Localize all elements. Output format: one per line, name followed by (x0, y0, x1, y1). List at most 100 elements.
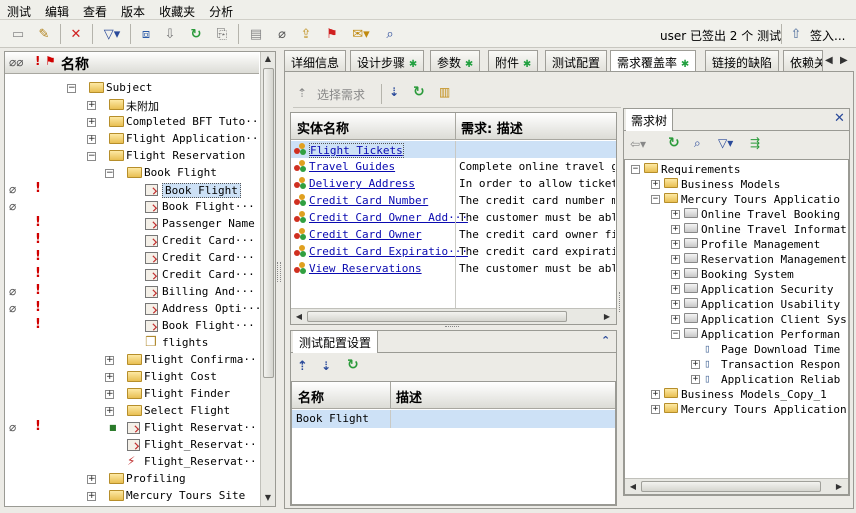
checkin-button[interactable]: 签入... (810, 27, 845, 44)
tab-7[interactable]: 依赖关 (783, 50, 823, 71)
menu-favorites[interactable]: 收藏夹 (152, 0, 202, 20)
collapse-panel-icon[interactable]: ⌃ (601, 334, 610, 347)
export-icon[interactable]: ⇪ (296, 24, 316, 44)
new-folder-icon[interactable]: ▭ (8, 24, 28, 44)
expand-toggle-icon[interactable]: − (67, 84, 76, 93)
expand-toggle-icon[interactable]: + (105, 390, 114, 399)
tree-item[interactable]: + Completed BFT Tuto··· (5, 114, 259, 131)
select-requirements-button[interactable]: 选择需求 (317, 86, 365, 103)
tab-0[interactable]: 详细信息 (284, 50, 347, 71)
expand-toggle-icon[interactable]: − (671, 330, 680, 339)
tree-item[interactable]: + Flight Application··· (5, 131, 259, 148)
config-refresh-icon[interactable]: ↻ (347, 357, 359, 373)
config-add-icon[interactable]: ⇡ (297, 359, 308, 374)
tree-item[interactable]: + Flight Finder (5, 386, 259, 403)
close-panel-icon[interactable]: ✕ (834, 111, 845, 126)
new-test-icon[interactable]: ✎ (34, 24, 54, 44)
tab-5[interactable]: 需求覆盖率 ✱ (610, 50, 697, 72)
checkin-icon[interactable]: ⇧ (786, 24, 806, 44)
refresh-icon[interactable]: ↻ (186, 24, 206, 44)
menu-view[interactable]: 查看 (76, 0, 114, 20)
expand-toggle-icon[interactable]: + (105, 373, 114, 382)
expand-toggle-icon[interactable]: + (671, 300, 680, 309)
entity-name-link[interactable]: Credit Card Owner (309, 228, 422, 241)
tree-item[interactable]: ! Credit Card··· (5, 232, 259, 250)
goto-icon[interactable]: ⇶ (750, 136, 760, 150)
coverage-row[interactable]: Credit Card Expiratio··· The credit card … (291, 243, 616, 260)
tab-3[interactable]: 附件 ✱ (488, 50, 539, 71)
tab-4[interactable]: 测试配置 (545, 50, 608, 71)
coverage-row[interactable]: Delivery Address In order to allow ticket (291, 175, 616, 192)
tab-scroll-right-icon[interactable]: ▶ (840, 55, 848, 66)
menu-test[interactable]: 测试 (0, 0, 38, 20)
flag-icon[interactable]: ⚑ (322, 24, 342, 44)
tree-scroll-thumb[interactable] (263, 68, 274, 378)
entity-name-link[interactable]: Travel Guides (309, 160, 395, 173)
tree-item[interactable]: + Select Flight (5, 403, 259, 420)
requirements-tree-tab[interactable]: 需求树 (626, 109, 674, 131)
back-icon[interactable]: ⇦▾ (630, 137, 646, 151)
reqtree-hscrollbar[interactable]: ◀ ▶ (625, 478, 848, 494)
expand-toggle-icon[interactable]: + (651, 405, 660, 414)
menu-analysis[interactable]: 分析 (202, 0, 240, 20)
menu-version[interactable]: 版本 (114, 0, 152, 20)
tree-item[interactable]: ⌀ Book Flight··· (5, 199, 259, 216)
expand-toggle-icon[interactable]: + (671, 240, 680, 249)
expand-toggle-icon[interactable]: + (651, 180, 660, 189)
entity-name-header[interactable]: 实体名称 (297, 118, 349, 137)
entity-name-link[interactable]: Credit Card Owner Add··· (309, 211, 468, 224)
reqtree-scroll-left-icon[interactable]: ◀ (626, 482, 640, 491)
tree-item[interactable]: + Mercury Tours Site (5, 488, 259, 505)
tree-name-header[interactable]: 名称 (61, 54, 89, 74)
reqtree-filter-icon[interactable]: ▽▾ (718, 136, 733, 150)
entity-name-link[interactable]: Flight Tickets (309, 143, 404, 158)
reqtree-scroll-right-icon[interactable]: ▶ (832, 482, 846, 491)
upload-icon[interactable]: ⇩ (160, 24, 180, 44)
expand-toggle-icon[interactable]: − (631, 165, 640, 174)
tree-item[interactable]: ! Book Flight··· (5, 317, 259, 335)
mail-icon[interactable]: ✉▾ (346, 24, 376, 44)
tree-item[interactable]: ⌀! Billing And··· (5, 283, 259, 301)
requirement-tree-item[interactable]: + Mercury Tours Application (625, 402, 848, 419)
coverage-row[interactable]: Flight Tickets (291, 141, 616, 158)
expand-toggle-icon[interactable]: + (105, 407, 114, 416)
coverage-row[interactable]: View Reservations The customer must be ab… (291, 260, 616, 277)
expand-toggle-icon[interactable]: + (671, 315, 680, 324)
expand-toggle-icon[interactable]: + (671, 255, 680, 264)
horizontal-splitter[interactable] (445, 326, 459, 327)
remove-coverage-icon[interactable]: ⇣ (389, 85, 399, 99)
expand-toggle-icon[interactable]: + (691, 360, 700, 369)
tab-1[interactable]: 设计步骤 ✱ (350, 50, 425, 71)
tree-item[interactable]: ⌀! ■ Flight Reservat··· (5, 419, 259, 437)
tab-scroll-left-icon[interactable]: ◀ (825, 55, 833, 66)
expand-toggle-icon[interactable]: + (105, 356, 114, 365)
notes-icon[interactable]: ▤ (246, 24, 266, 44)
expand-toggle-icon[interactable]: + (671, 270, 680, 279)
config-settings-tab[interactable]: 测试配置设置 (293, 331, 379, 353)
tab-6[interactable]: 链接的缺陷 (705, 50, 780, 71)
entity-name-link[interactable]: Delivery Address (309, 177, 415, 190)
columns-icon[interactable]: ▥ (439, 85, 450, 99)
reqtree-find-icon[interactable]: ⌕ (694, 136, 701, 151)
filter-icon[interactable]: ▽▾ (98, 24, 126, 44)
tree-item[interactable]: ⌀! Book Flight (5, 181, 259, 199)
coverage-row[interactable]: Credit Card Owner Add··· The customer mus… (291, 209, 616, 226)
coverage-hscroll-thumb[interactable] (307, 311, 567, 322)
tree-item[interactable]: + Flight Cost (5, 369, 259, 386)
vertical-splitter[interactable] (277, 262, 281, 282)
tree-scrollbar[interactable]: ▲ ▼ (260, 52, 275, 506)
scroll-up-icon[interactable]: ▲ (261, 54, 275, 63)
expand-toggle-icon[interactable]: + (671, 285, 680, 294)
tab-2[interactable]: 参数 ✱ (430, 50, 481, 71)
coverage-scroll-right-icon[interactable]: ▶ (600, 312, 614, 321)
coverage-hscrollbar[interactable]: ◀ ▶ (291, 308, 616, 324)
expand-toggle-icon[interactable]: − (105, 169, 114, 178)
config-name-header[interactable]: 名称 (298, 387, 324, 406)
tree-item[interactable]: ! Credit Card··· (5, 266, 259, 284)
expand-toggle-icon[interactable]: + (691, 375, 700, 384)
tree-item[interactable]: + Profiling (5, 471, 259, 488)
tree-item[interactable]: + 未附加 (5, 97, 259, 114)
attachment-icon[interactable]: ⌀ (272, 24, 292, 44)
expand-toggle-icon[interactable]: + (87, 101, 96, 110)
expand-toggle-icon[interactable]: − (651, 195, 660, 204)
